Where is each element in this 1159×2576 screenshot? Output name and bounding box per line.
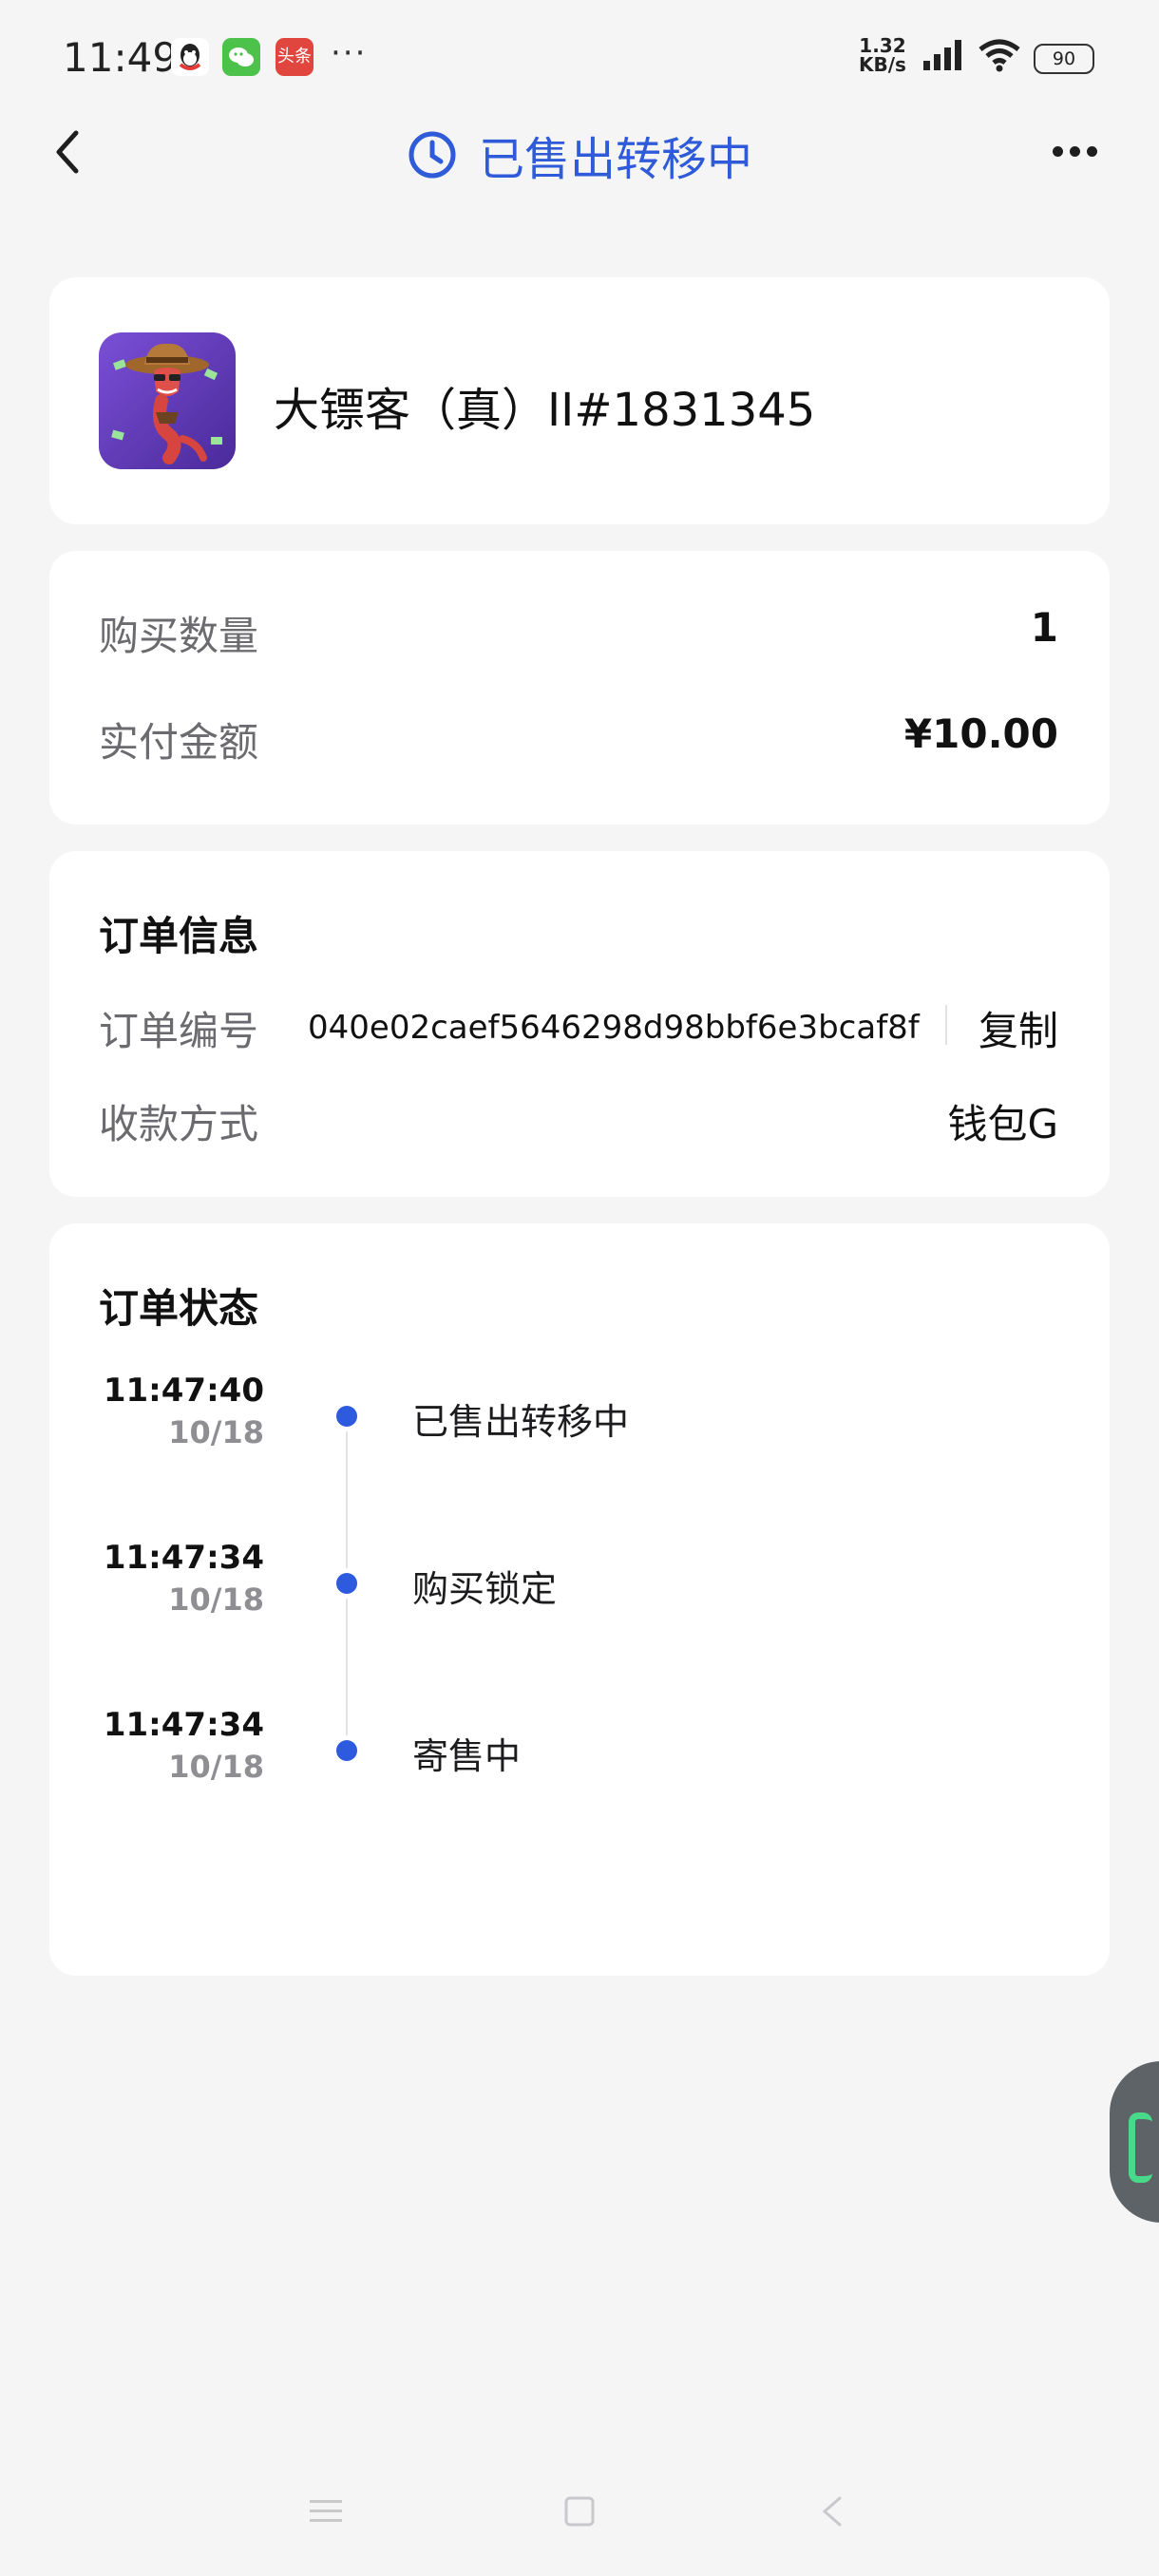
top-app-bar: 已售出转移中 xyxy=(0,114,1159,190)
purchase-summary-card: 购买数量 1 实付金额 ¥10.00 xyxy=(49,551,1110,824)
timeline-event-text: 寄售中 xyxy=(412,1735,522,1777)
wechat-icon xyxy=(222,38,260,76)
paid-amount-label: 实付金额 xyxy=(99,719,259,766)
toutiao-icon: 头条 xyxy=(276,38,314,76)
timeline-time: 11:47:34 xyxy=(103,1706,264,1744)
timeline-dot xyxy=(336,1740,357,1761)
paid-amount-value: ¥10.00 xyxy=(903,710,1058,757)
order-info-card: 订单信息 订单编号 040e02caef5646298d98bbf6e3bcaf… xyxy=(49,851,1110,1197)
more-notifications-icon: ··· xyxy=(331,34,368,72)
system-navigation-bar xyxy=(0,2470,1159,2546)
timeline-dot xyxy=(336,1406,357,1427)
order-number-label: 订单编号 xyxy=(99,1008,259,1054)
status-bar: 11:49 头条 ··· 1.32 KB/s 90 xyxy=(0,0,1159,114)
home-icon[interactable] xyxy=(557,2492,604,2530)
product-card[interactable]: 大镖客（真）II#1831345 xyxy=(49,277,1110,524)
wifi-icon xyxy=(978,39,1020,72)
page-title: 已售出转移中 xyxy=(478,133,752,186)
order-status-card: 订单状态 11:47:40 10/18 已售出转移中 11:47:34 10/1… xyxy=(49,1223,1110,1976)
timeline-date: 10/18 xyxy=(168,1414,264,1450)
timeline-event-text: 购买锁定 xyxy=(412,1568,558,1610)
qq-icon xyxy=(171,38,209,76)
order-status-title: 订单状态 xyxy=(99,1285,259,1332)
payment-method-value: 钱包G xyxy=(947,1101,1058,1147)
order-number-value: 040e02caef5646298d98bbf6e3bcaf8f xyxy=(308,1009,920,1047)
timeline-time: 11:47:40 xyxy=(103,1372,264,1410)
more-options-icon[interactable] xyxy=(1049,135,1102,169)
floating-assistant-button[interactable] xyxy=(1110,2061,1159,2223)
clock-icon xyxy=(408,131,456,179)
product-name: 大镖客（真）II#1831345 xyxy=(274,384,816,437)
timeline-time: 11:47:34 xyxy=(103,1539,264,1577)
signal-icon xyxy=(923,40,961,70)
payment-method-label: 收款方式 xyxy=(99,1101,259,1147)
timeline-dot xyxy=(336,1573,357,1594)
system-back-icon[interactable] xyxy=(809,2492,857,2530)
divider xyxy=(945,1005,947,1045)
status-time: 11:49 xyxy=(63,34,179,81)
timeline-date: 10/18 xyxy=(168,1582,264,1618)
menu-icon[interactable] xyxy=(302,2492,350,2530)
battery-icon: 90 xyxy=(1034,44,1094,74)
order-info-title: 订单信息 xyxy=(99,913,259,959)
assistant-icon xyxy=(1129,2112,1152,2183)
timeline-date: 10/18 xyxy=(168,1749,264,1785)
network-speed: 1.32 KB/s xyxy=(859,34,906,76)
copy-order-number-button[interactable]: 复制 xyxy=(978,999,1058,1057)
timeline-event-text: 已售出转移中 xyxy=(412,1401,630,1443)
quantity-value: 1 xyxy=(1030,604,1058,651)
product-thumbnail xyxy=(99,332,236,469)
quantity-label: 购买数量 xyxy=(99,613,259,659)
